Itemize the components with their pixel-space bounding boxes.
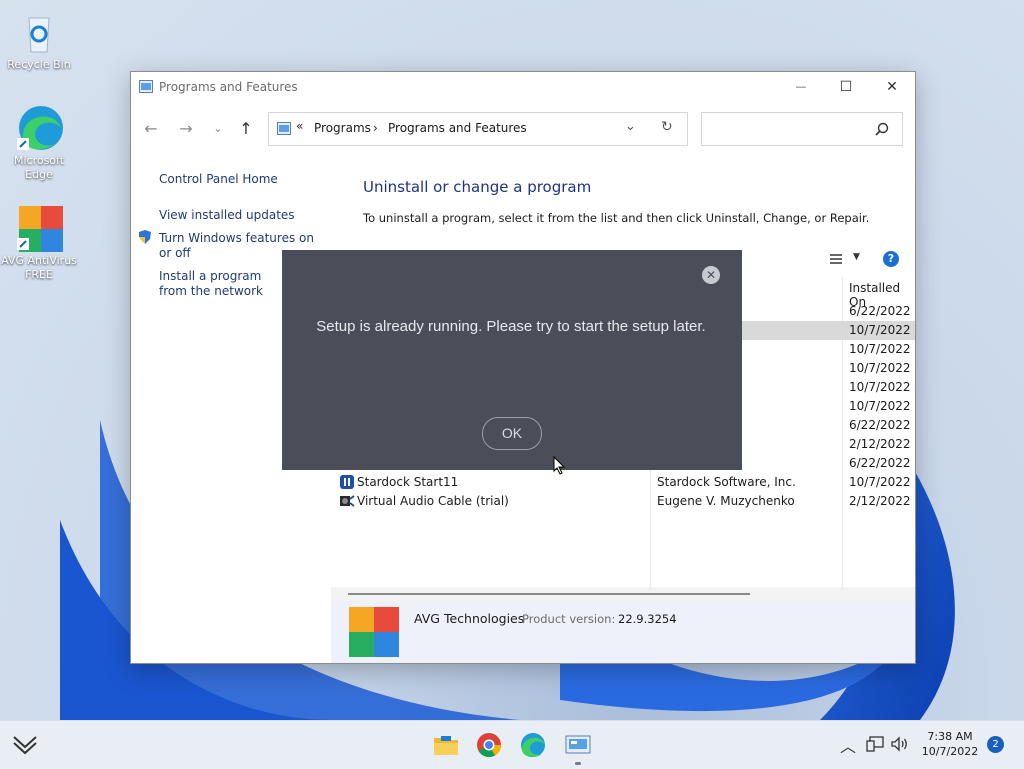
edge-icon [15, 104, 63, 152]
recent-locations-chevron-icon[interactable]: ⌄ [206, 117, 230, 141]
stardock-start11-icon [340, 475, 354, 489]
dialog-message: Setup is already running. Please try to … [316, 318, 706, 335]
setup-running-dialog: ✕ Setup is already running. Please try t… [282, 250, 742, 470]
row-date: 6/22/2022 [849, 418, 911, 432]
back-arrow-icon[interactable]: ← [139, 117, 163, 141]
row-date: 6/22/2022 [849, 456, 911, 470]
desktop-icon-label: Recycle Bin [7, 58, 71, 71]
desktop-icon-edge[interactable]: Microsoft Edge [1, 104, 77, 182]
window-title: Programs and Features [159, 80, 298, 94]
minimize-button[interactable]: — [778, 72, 824, 102]
sidebar-item-install-from-network[interactable]: Install a program from the network [159, 269, 283, 299]
notification-badge[interactable]: 2 [987, 736, 1004, 753]
virtual-audio-cable-icon [340, 495, 355, 507]
breadcrumb-overflow[interactable]: « [296, 119, 303, 133]
breadcrumb-separator: › [373, 121, 378, 135]
network-icon[interactable] [866, 736, 884, 752]
row-date: 10/7/2022 [849, 323, 911, 337]
details-version-label: Product version: [522, 612, 616, 626]
title-bar[interactable]: Programs and Features — ☐ ✕ [131, 72, 915, 102]
table-row[interactable]: Virtual Audio Cable (trial) Eugene V. Muz… [331, 492, 915, 511]
navigation-bar: ← → ⌄ ↑ « Programs › Programs and Featur… [131, 110, 915, 150]
breadcrumb-programs-and-features[interactable]: Programs and Features [388, 121, 527, 135]
view-options-icon[interactable] [829, 253, 843, 265]
forward-arrow-icon[interactable]: → [174, 117, 198, 141]
refresh-icon[interactable]: ↻ [661, 119, 673, 135]
scrollbar-thumb[interactable] [348, 593, 750, 595]
row-date: 10/7/2022 [849, 475, 911, 489]
row-date: 10/7/2022 [849, 380, 911, 394]
close-button[interactable]: ✕ [869, 72, 915, 102]
details-pane: AVG Technologies Product version: 22.9.3… [331, 601, 915, 663]
chrome-icon[interactable] [474, 730, 504, 760]
table-row[interactable]: Stardock Start11 Stardock Software, Inc. 1… [331, 473, 915, 492]
view-dropdown-icon[interactable]: ▼ [853, 252, 860, 262]
widgets-icon[interactable] [12, 733, 38, 757]
clock-time: 7:38 AM [927, 730, 973, 743]
address-bar[interactable]: « Programs › Programs and Features ⌄ ↻ [268, 112, 688, 146]
show-hidden-icons-chevron-icon[interactable]: ︿ [840, 733, 856, 757]
taskbar: ︿ 7:38 AM 10/7/2022 2 [0, 720, 1024, 769]
dialog-close-button[interactable]: ✕ [702, 266, 720, 284]
page-description: To uninstall a program, select it from t… [363, 211, 870, 225]
sidebar-item-view-installed-updates[interactable]: View installed updates [159, 208, 319, 223]
search-icon [875, 122, 889, 136]
row-date: 10/7/2022 [849, 342, 911, 356]
up-arrow-icon[interactable]: ↑ [234, 117, 258, 141]
details-publisher: AVG Technologies [414, 611, 525, 626]
ok-button[interactable]: OK [482, 417, 542, 450]
avg-icon [349, 607, 399, 657]
clock-date: 10/7/2022 [921, 745, 979, 758]
sidebar-item-control-panel-home[interactable]: Control Panel Home [159, 172, 319, 187]
control-panel-icon [139, 80, 153, 93]
breadcrumb-programs[interactable]: Programs [314, 121, 371, 135]
recycle-bin-icon [15, 8, 63, 56]
mouse-cursor-icon [553, 456, 566, 475]
active-app-indicator [575, 762, 581, 765]
maximize-button[interactable]: ☐ [823, 72, 869, 102]
details-version: 22.9.3254 [618, 612, 677, 626]
row-name: Virtual Audio Cable (trial) [357, 494, 509, 508]
row-name: Stardock Start11 [357, 475, 459, 489]
row-date: 10/7/2022 [849, 399, 911, 413]
control-panel-icon [277, 122, 291, 135]
help-icon[interactable]: ? [883, 251, 899, 267]
desktop-icon-label: Microsoft Edge [13, 154, 65, 181]
address-dropdown-icon[interactable]: ⌄ [625, 119, 636, 134]
row-date: 6/22/2022 [849, 304, 911, 318]
volume-icon[interactable] [890, 736, 910, 752]
edge-icon[interactable] [518, 730, 548, 760]
search-input[interactable] [710, 121, 860, 137]
row-publisher: Stardock Software, Inc. [657, 475, 796, 489]
shield-icon [139, 230, 151, 244]
page-title: Uninstall or change a program [363, 178, 592, 196]
row-date: 2/12/2022 [849, 494, 911, 508]
desktop-icon-label: AVG AntiVirus FREE [1, 254, 77, 281]
file-explorer-icon[interactable] [431, 730, 461, 760]
row-date: 10/7/2022 [849, 361, 911, 375]
row-date: 2/12/2022 [849, 437, 911, 451]
horizontal-scrollbar[interactable] [331, 587, 915, 601]
desktop-icon-avg[interactable]: AVG AntiVirus FREE [1, 204, 77, 282]
control-panel-taskbar-icon[interactable] [563, 730, 593, 760]
row-publisher: Eugene V. Muzychenko [657, 494, 795, 508]
system-clock[interactable]: 7:38 AM 10/7/2022 [918, 729, 982, 759]
search-box[interactable] [701, 112, 903, 146]
avg-icon [15, 204, 63, 252]
desktop-icon-recycle-bin[interactable]: Recycle Bin [1, 8, 77, 72]
